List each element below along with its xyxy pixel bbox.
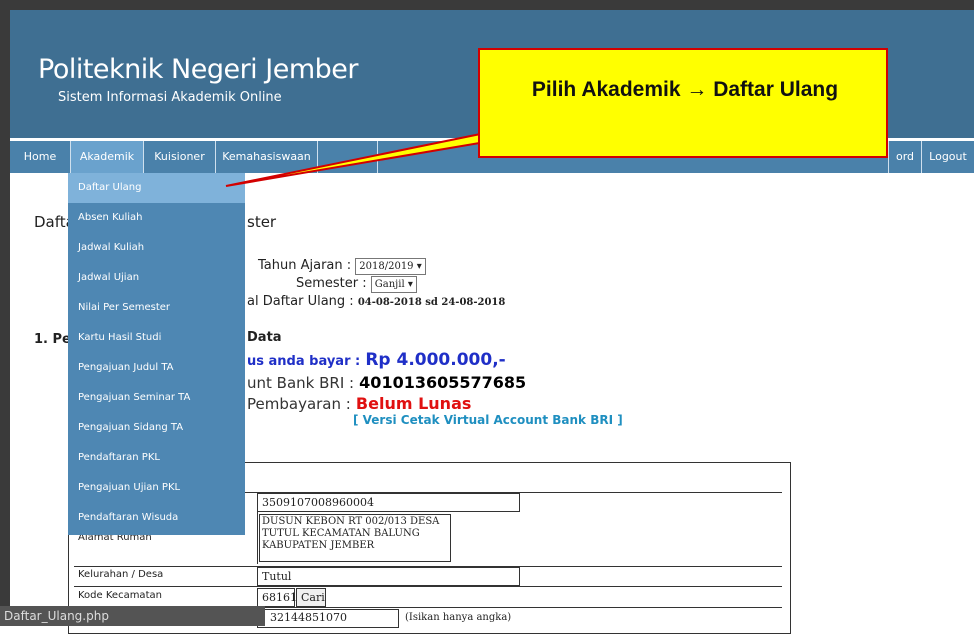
browser-status-bar: Daftar_Ulang.php [0,606,265,626]
instruction-callout: Pilih Akademik → Daftar Ulang [478,48,888,158]
status-url: Daftar_Ulang.php [4,609,109,623]
callout-text: Pilih Akademik → Daftar Ulang [531,78,839,101]
